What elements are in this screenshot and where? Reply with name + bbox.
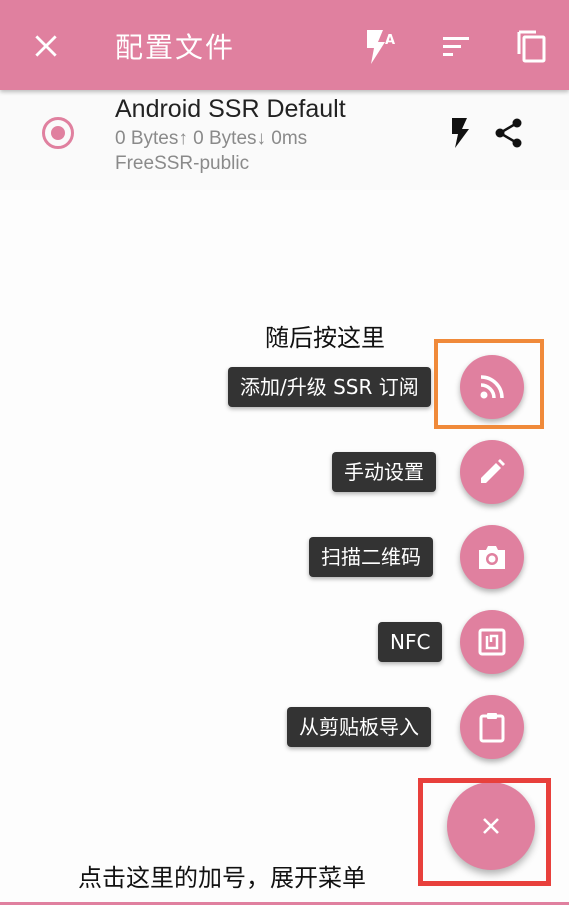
annotation-bottom-hint: 点击这里的加号，展开菜单 [78, 864, 366, 892]
copy-button[interactable] [507, 22, 555, 70]
fab-label-clipboard[interactable]: 从剪贴板导入 [287, 707, 431, 747]
fab-label-scan[interactable]: 扫描二维码 [309, 537, 433, 577]
manual-setting-button[interactable] [460, 440, 524, 504]
close-icon [35, 35, 57, 57]
nfc-button[interactable] [460, 610, 524, 674]
app-bar: 配置文件 A [0, 0, 569, 90]
profile-radio[interactable] [42, 117, 74, 149]
page-title: 配置文件 [115, 31, 236, 64]
svg-text:A: A [385, 33, 395, 48]
nfc-icon [478, 628, 506, 656]
profile-stats: 0 Bytes↑ 0 Bytes↓ 0ms [115, 128, 308, 149]
import-clipboard-button[interactable] [460, 695, 524, 759]
profile-name: Android SSR Default [115, 95, 346, 123]
copy-icon [517, 30, 546, 63]
share-button[interactable] [492, 116, 526, 150]
flash-icon [452, 118, 469, 148]
highlight-box-orange [434, 339, 544, 429]
annotation-top-hint: 随后按这里 [265, 324, 385, 352]
test-profile-button[interactable] [443, 116, 477, 150]
flash-auto-icon: A [367, 30, 395, 64]
share-icon [495, 118, 522, 148]
sort-button[interactable] [432, 22, 480, 70]
scan-qr-button[interactable] [460, 525, 524, 589]
fab-label-subscription[interactable]: 添加/升级 SSR 订阅 [228, 367, 431, 407]
pencil-icon [481, 459, 505, 483]
sort-icon [443, 37, 469, 56]
test-all-button[interactable]: A [355, 22, 403, 70]
profile-group: FreeSSR-public [115, 153, 250, 174]
fab-label-manual[interactable]: 手动设置 [332, 452, 436, 492]
fab-label-nfc[interactable]: NFC [378, 622, 443, 662]
clipboard-icon [479, 713, 505, 743]
highlight-box-red [418, 778, 551, 886]
camera-icon [479, 546, 505, 569]
close-button[interactable] [22, 22, 70, 70]
